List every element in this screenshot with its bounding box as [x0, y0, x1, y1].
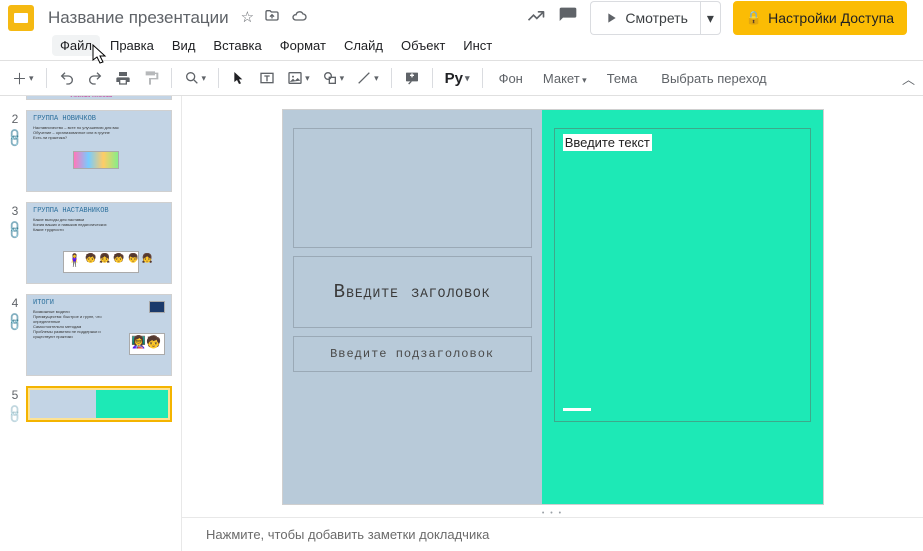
transition-button[interactable]: Выбрать переход	[653, 71, 774, 86]
menu-object[interactable]: Объект	[393, 35, 453, 56]
redo-button[interactable]	[83, 65, 107, 91]
layout-button[interactable]: Макет	[535, 71, 595, 86]
script-tool[interactable]: Py	[441, 65, 474, 91]
slide-thumbnail-5[interactable]	[26, 386, 172, 422]
cloud-status-icon[interactable]	[290, 8, 308, 28]
move-to-folder-icon[interactable]	[264, 8, 280, 28]
subtitle-placeholder[interactable]: Введите подзаголовок	[293, 336, 532, 372]
slide-thumbnail-2[interactable]: ГРУППА НОВИЧКОВ Наставничество – всте по…	[26, 110, 172, 192]
menu-tools[interactable]: Инст	[455, 35, 500, 56]
link-icon: 🔗	[4, 127, 27, 150]
undo-button[interactable]	[55, 65, 79, 91]
body-text-placeholder[interactable]: Введите текст	[554, 128, 811, 422]
text-cursor-marker	[563, 408, 591, 411]
thumb-number: 5	[12, 388, 19, 402]
present-label: Смотреть	[625, 10, 687, 26]
line-tool[interactable]	[352, 65, 383, 91]
menu-bar: Файл Правка Вид Вставка Формат Слайд Объ…	[0, 32, 923, 60]
document-title[interactable]: Название презентации	[44, 6, 233, 30]
share-button[interactable]: 🔒 Настройки Доступа	[733, 1, 907, 35]
menu-insert[interactable]: Вставка	[205, 35, 269, 56]
select-tool[interactable]	[227, 65, 251, 91]
menu-view[interactable]: Вид	[164, 35, 204, 56]
explore-icon[interactable]	[526, 6, 546, 31]
current-slide[interactable]: Введите заголовок Введите подзаголовок В…	[283, 110, 823, 504]
link-icon: 🔗	[4, 403, 27, 426]
notes-resize-handle[interactable]: • • •	[182, 509, 923, 517]
print-button[interactable]	[111, 65, 135, 91]
slide-canvas[interactable]: Введите заголовок Введите подзаголовок В…	[182, 96, 923, 509]
menu-format[interactable]: Формат	[272, 35, 334, 56]
title-placeholder[interactable]: Введите заголовок	[293, 256, 532, 328]
background-button[interactable]: Фон	[491, 71, 531, 86]
toolbar: ＋ Py Фон Макет Тема Выбрать переход ︿	[0, 60, 923, 96]
thumb-number: 3	[12, 204, 19, 218]
body-text-label: Введите текст	[563, 134, 652, 151]
paint-format-button[interactable]	[139, 65, 163, 91]
image-tool[interactable]	[283, 65, 314, 91]
menu-edit[interactable]: Правка	[102, 35, 162, 56]
thumb-number: 2	[12, 112, 19, 126]
menu-file[interactable]: Файл	[52, 35, 100, 56]
present-dropdown[interactable]: ▾	[700, 1, 721, 35]
share-label: Настройки Доступа	[768, 10, 894, 26]
link-icon: 🔗	[4, 219, 27, 242]
slide-thumbnail-3[interactable]: ГРУППА НАСТАВНИКОВ Какие выгоды для наст…	[26, 202, 172, 284]
thumb-number: 4	[12, 296, 19, 310]
comment-tool[interactable]	[400, 65, 424, 91]
speaker-notes[interactable]: Нажмите, чтобы добавить заметки докладчи…	[182, 517, 923, 551]
present-button[interactable]: Смотреть	[590, 1, 699, 35]
comments-icon[interactable]	[558, 6, 578, 31]
textbox-tool[interactable]	[255, 65, 279, 91]
new-slide-button[interactable]: ＋	[8, 65, 38, 91]
image-placeholder[interactable]	[293, 128, 532, 248]
slide-thumbnail-1[interactable]: Ролевая тележка	[26, 96, 172, 100]
link-icon: 🔗	[4, 311, 27, 334]
shape-tool[interactable]	[318, 65, 349, 91]
slide-thumbnail-4[interactable]: ИТОГИ Возможные модели Преимущества: быс…	[26, 294, 172, 376]
app-logo[interactable]	[8, 5, 34, 31]
collapse-toolbar-icon[interactable]: ︿	[902, 69, 915, 88]
theme-button[interactable]: Тема	[599, 71, 646, 86]
lock-icon: 🔒	[746, 10, 762, 26]
thumbnail-panel: Ролевая тележка 2 🔗 ГРУППА НОВИЧКОВ Наст…	[0, 96, 182, 551]
star-icon[interactable]: ☆	[241, 8, 254, 28]
menu-slide[interactable]: Слайд	[336, 35, 391, 56]
zoom-button[interactable]	[180, 65, 211, 91]
